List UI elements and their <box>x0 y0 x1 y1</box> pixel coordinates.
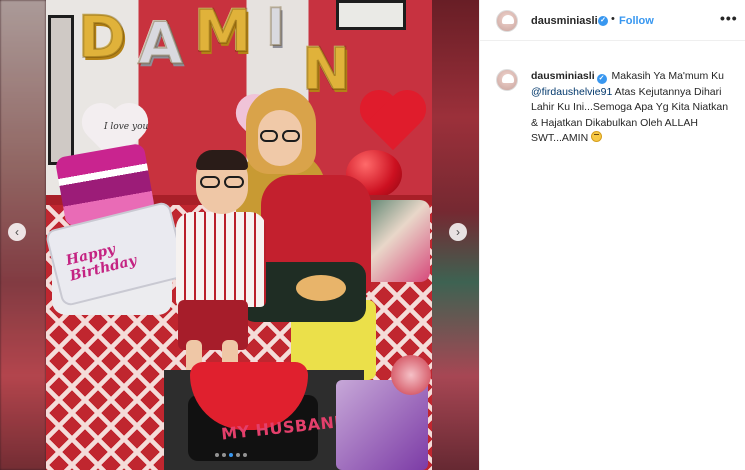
flowers <box>391 355 431 395</box>
glasses <box>282 130 300 142</box>
post-sidebar: dausminiasli ✓ • Follow ••• dausminiasli… <box>479 0 745 470</box>
carousel-dot <box>229 453 233 457</box>
glasses <box>200 176 220 188</box>
balloon-letter-a: A <box>137 9 184 77</box>
heart-balloon-text: I love you <box>104 122 149 132</box>
verified-badge-icon: ✓ <box>596 74 607 84</box>
glasses <box>260 130 278 142</box>
more-options-icon[interactable]: ••• <box>720 10 738 26</box>
heart-balloon-red <box>358 92 428 152</box>
carousel-dot <box>236 453 240 457</box>
header-username[interactable]: dausminiasli <box>531 15 598 27</box>
balloon-letter-n: N <box>301 35 352 103</box>
post-header: dausminiasli ✓ • Follow ••• <box>480 0 745 41</box>
boy-hair <box>196 150 248 170</box>
balloon-letter-m: M <box>193 0 253 65</box>
avatar[interactable] <box>496 10 518 32</box>
caption-username[interactable]: dausminiasli <box>531 70 595 82</box>
caption: dausminiasli ✓ Makasih Ya Ma'mum Ku @fird… <box>531 69 731 147</box>
previous-arrow-icon[interactable]: ‹ <box>8 223 26 241</box>
birthday-balloon-text: Happy Birthday <box>64 241 139 285</box>
glasses <box>224 176 244 188</box>
carousel-dot <box>222 453 226 457</box>
smiling-face-with-halo-icon <box>591 131 603 142</box>
post-photo[interactable]: D A M I N I love you Happy Birthday MY H… <box>46 0 432 470</box>
carousel-dots <box>215 453 247 457</box>
carousel-dot <box>243 453 247 457</box>
verified-badge-icon: ✓ <box>598 16 608 26</box>
caption-avatar[interactable] <box>496 69 518 91</box>
balloon-letter-d: D <box>77 3 127 71</box>
balloon-letter-i: I <box>265 0 286 58</box>
caption-mention-link[interactable]: @firdaushelvie91 <box>531 86 612 98</box>
separator-dot: • <box>611 13 615 25</box>
pillow-flower <box>296 275 346 301</box>
next-arrow-icon[interactable]: › <box>449 223 467 241</box>
wall-frame <box>336 0 406 30</box>
carousel-dot <box>215 453 219 457</box>
follow-button[interactable]: Follow <box>619 15 654 27</box>
post-media[interactable]: D A M I N I love you Happy Birthday MY H… <box>0 0 479 470</box>
caption-text: Makasih Ya Ma'mum Ku <box>611 70 725 82</box>
wall-frame <box>48 15 74 165</box>
boy-shirt <box>176 212 266 307</box>
